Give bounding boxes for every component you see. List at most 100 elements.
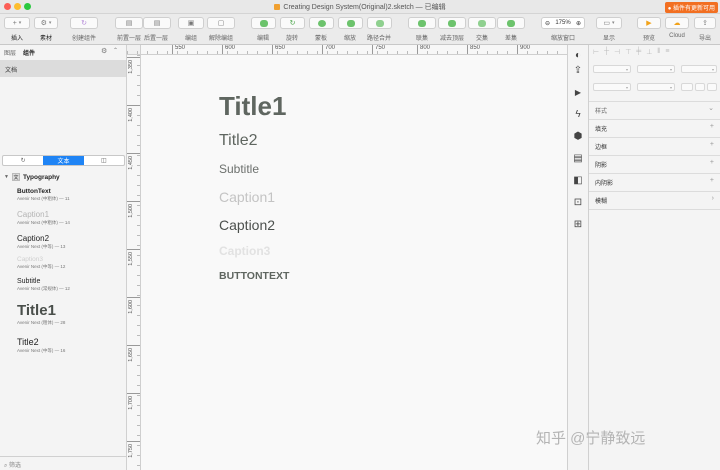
- style-name: Caption2: [17, 234, 50, 243]
- group-button[interactable]: ▣: [178, 17, 204, 29]
- height-field[interactable]: ▾: [637, 83, 675, 91]
- y-field[interactable]: ▾: [637, 65, 675, 73]
- add-inner-shadow-icon[interactable]: +: [710, 177, 714, 187]
- library-selector[interactable]: 文档: [0, 60, 126, 77]
- text-layer-caption3[interactable]: Caption3: [219, 244, 270, 258]
- mask-label: 蒙板: [314, 36, 328, 42]
- align-middle-icon[interactable]: ╪: [636, 48, 641, 56]
- style-section[interactable]: 样式 ⌄: [589, 101, 720, 119]
- union-button[interactable]: [408, 17, 436, 29]
- vertical-ruler[interactable]: 1,350 1,400 1,450 1,500 1,550 1,600 1,65…: [127, 55, 141, 470]
- inspector-design-icon[interactable]: ◐: [571, 48, 585, 62]
- segment-layer-styles[interactable]: ◫: [84, 156, 124, 165]
- add-border-icon[interactable]: +: [710, 141, 714, 151]
- distribute-vertical-icon[interactable]: ≡: [665, 48, 669, 56]
- zoom-out-icon[interactable]: ⊖: [545, 20, 550, 27]
- flip-vertical-icon[interactable]: [707, 83, 717, 91]
- image-resize-icon[interactable]: ⊡: [571, 195, 585, 209]
- segment-symbols[interactable]: ↻: [3, 156, 43, 165]
- add-shadow-icon[interactable]: +: [710, 159, 714, 169]
- tab-components[interactable]: 组件: [23, 48, 35, 57]
- add-fill-icon[interactable]: +: [710, 123, 714, 133]
- edit-button[interactable]: [251, 17, 276, 29]
- assets-button[interactable]: ⚙ ▾: [34, 17, 58, 29]
- intersect-button[interactable]: [468, 17, 496, 29]
- text-style-item[interactable]: Subtitle Avenir Next (常规体) — 12: [17, 278, 70, 292]
- disclosure-triangle-icon[interactable]: ▼: [4, 174, 9, 180]
- mask-button[interactable]: [309, 17, 334, 29]
- text-layer-title1[interactable]: Title1: [219, 91, 286, 122]
- group-name: Typography: [22, 173, 60, 181]
- text-style-item[interactable]: ButtonText Avenir Next (中粗体) — 11: [17, 188, 70, 202]
- lightning-icon[interactable]: ϟ: [571, 107, 585, 121]
- tab-layers[interactable]: 图层: [4, 48, 16, 57]
- preview-button[interactable]: ▶: [637, 17, 661, 29]
- ungroup-button[interactable]: ▢: [207, 17, 235, 29]
- assets-icon: ⚙: [40, 19, 47, 27]
- flatten-button[interactable]: [367, 17, 392, 29]
- zoom-in-icon[interactable]: ⊕: [576, 20, 581, 27]
- layout-icon[interactable]: ◧: [571, 173, 585, 187]
- inner-shadow-section[interactable]: 内阴影 +: [589, 173, 720, 191]
- ruler-tick: 600: [222, 45, 235, 54]
- subtract-button[interactable]: [438, 17, 466, 29]
- filter-field[interactable]: ⌕ 筛选: [0, 456, 126, 470]
- shadow-section[interactable]: 阴影 +: [589, 155, 720, 173]
- x-field[interactable]: ▾: [593, 65, 631, 73]
- create-symbol-button[interactable]: ↻: [70, 17, 98, 29]
- send-backward-button[interactable]: ▤: [143, 17, 171, 29]
- prototype-play-icon[interactable]: ▶: [571, 85, 585, 99]
- rotate-button[interactable]: ↻: [280, 17, 305, 29]
- text-style-item[interactable]: Caption3 Avenir Next (中等) — 12: [17, 256, 65, 270]
- align-left-icon[interactable]: ⊢: [593, 48, 599, 56]
- rotation-field[interactable]: ▾: [681, 65, 717, 73]
- scale-button[interactable]: [338, 17, 363, 29]
- hexagon-icon[interactable]: ⬢: [571, 129, 585, 143]
- zoom-field[interactable]: ⊖ 175% ⊕: [541, 17, 585, 29]
- bring-forward-button[interactable]: ▤: [115, 17, 143, 29]
- typography-group[interactable]: ▼ 文 Typography: [4, 173, 60, 181]
- border-section[interactable]: 边框 +: [589, 137, 720, 155]
- insert-button[interactable]: + ▾: [4, 17, 30, 29]
- fill-section[interactable]: 填充 +: [589, 119, 720, 137]
- horizontal-ruler[interactable]: 550 600 650 700 750 800 850 900: [127, 45, 567, 55]
- text-style-item[interactable]: Title2 Avenir Next (中等) — 16: [17, 337, 65, 354]
- export-button[interactable]: ⇪: [694, 17, 716, 29]
- ruler-tick: 650: [272, 45, 285, 54]
- align-center-icon[interactable]: ┼: [604, 48, 609, 56]
- collapse-icon[interactable]: ⌃: [113, 47, 118, 54]
- component-type-segmented-control: ↻ 文本 ◫: [2, 155, 125, 166]
- text-style-item[interactable]: Caption2 Avenir Next (中等) — 13: [17, 234, 65, 250]
- blur-section[interactable]: 模糊 ›: [589, 191, 720, 210]
- design-canvas[interactable]: Title1 Title2 Subtitle Caption1 Caption2…: [141, 55, 567, 470]
- plugin-update-badge[interactable]: ● 插件有更新可用: [664, 2, 718, 13]
- lock-ratio-icon[interactable]: [681, 83, 693, 91]
- inner-shadow-label: 内阴影: [595, 181, 614, 187]
- distribute-horizontal-icon[interactable]: ⫴: [657, 48, 660, 56]
- text-style-item[interactable]: Title1 Avenir Next (粗体) — 28: [17, 302, 65, 326]
- text-layer-subtitle[interactable]: Subtitle: [219, 162, 259, 176]
- align-bottom-icon[interactable]: ⊥: [646, 48, 652, 56]
- assets-label: 素材: [39, 36, 53, 42]
- difference-button[interactable]: [497, 17, 525, 29]
- text-layer-buttontext[interactable]: BUTTONTEXT: [219, 270, 289, 282]
- cloud-label: Cloud: [669, 33, 685, 39]
- display-button[interactable]: ▭ ▾: [596, 17, 622, 29]
- align-right-icon[interactable]: ⊣: [614, 48, 620, 56]
- text-layer-caption1[interactable]: Caption1: [219, 189, 275, 205]
- align-top-icon[interactable]: ⊤: [625, 48, 631, 56]
- scale-icon: [346, 19, 355, 27]
- document-icon[interactable]: ▤: [571, 151, 585, 165]
- ruler-tick: 1,750: [127, 441, 140, 458]
- upload-icon[interactable]: ⇪: [571, 63, 585, 77]
- gear-icon[interactable]: ⚙: [101, 47, 107, 55]
- text-layer-caption2[interactable]: Caption2: [219, 217, 275, 233]
- text-style-item[interactable]: Caption1 Avenir Next (中粗体) — 14: [17, 210, 70, 226]
- add-image-icon[interactable]: ⊞: [571, 217, 585, 231]
- cloud-button[interactable]: ☁: [665, 17, 689, 29]
- segment-text-styles[interactable]: 文本: [43, 156, 84, 165]
- text-layer-title2[interactable]: Title2: [219, 132, 258, 150]
- width-field[interactable]: ▾: [593, 83, 631, 91]
- flip-horizontal-icon[interactable]: [695, 83, 705, 91]
- layer-style-icon: ◫: [100, 158, 107, 164]
